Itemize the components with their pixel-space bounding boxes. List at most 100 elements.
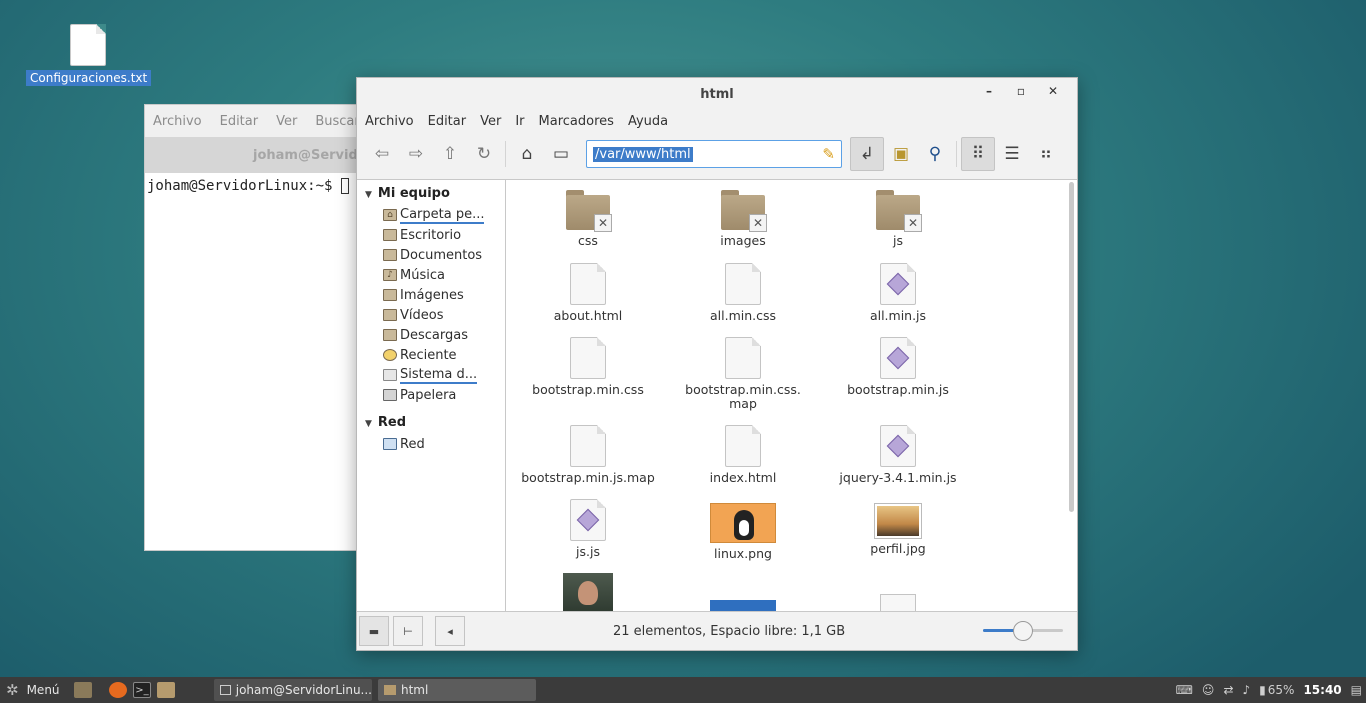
firefox-icon[interactable]: [109, 682, 127, 698]
sidebar-group-red[interactable]: ▼ Red: [357, 409, 505, 434]
minimize-button[interactable]: –: [973, 84, 1005, 98]
file-manager-launcher-icon[interactable]: [157, 682, 175, 698]
menu-archivo[interactable]: Archivo: [365, 114, 414, 129]
back-icon[interactable]: ⇦: [365, 137, 399, 171]
computer-icon[interactable]: ▭: [544, 137, 578, 171]
file-item-bootstrap-min-js-map[interactable]: bootstrap.min.js.map: [513, 425, 663, 485]
sidebar-item-videos[interactable]: Vídeos: [357, 305, 505, 325]
volume-icon[interactable]: ♪: [1243, 683, 1251, 697]
file-item-js[interactable]: ✕ js: [823, 190, 973, 248]
taskbar-item-html[interactable]: html: [378, 679, 536, 701]
recent-clock-icon: [383, 349, 397, 361]
desktop-file-configuraciones[interactable]: Configuraciones.txt: [26, 24, 152, 86]
reload-icon[interactable]: ↻: [467, 137, 501, 171]
sidebar-item-imagenes[interactable]: Imágenes: [357, 285, 505, 305]
text-file-icon: [70, 24, 106, 66]
search-icon[interactable]: ⚲: [918, 137, 952, 171]
user-icon[interactable]: ☺: [1202, 683, 1215, 697]
list-view-icon[interactable]: ☰: [995, 137, 1029, 171]
sidebar-item-reciente[interactable]: Reciente: [357, 345, 505, 365]
battery-icon[interactable]: ▮ 65%: [1259, 683, 1294, 697]
sidebar-item-escritorio[interactable]: Escritorio: [357, 225, 505, 245]
terminal-window[interactable]: Archivo Editar Ver Buscar joham@Servidor…: [144, 104, 359, 551]
file-name: js.js: [576, 544, 600, 559]
sidebar-item-label: Red: [400, 436, 425, 452]
file-item-images[interactable]: ✕ images: [668, 190, 818, 248]
sidebar-item-musica[interactable]: ♪ Música: [357, 265, 505, 285]
location-field[interactable]: /var/www/html ✎: [586, 140, 842, 168]
file-item-js-js[interactable]: js.js: [513, 499, 663, 559]
file-item-photo-partial[interactable]: [513, 573, 663, 611]
forward-icon[interactable]: ⇨: [399, 137, 433, 171]
desktop-icon-label: Configuraciones.txt: [26, 70, 152, 86]
file-grid[interactable]: ✕ css ✕ images ✕ js about.html all.min.c…: [506, 179, 1077, 612]
compact-view-icon[interactable]: ⠶: [1029, 137, 1063, 171]
sidebar-item-papelera[interactable]: Papelera: [357, 385, 505, 405]
terminal-menu-buscar[interactable]: Buscar: [315, 114, 358, 129]
file-name: bootstrap.min.css: [532, 382, 644, 397]
up-icon[interactable]: ⇧: [433, 137, 467, 171]
file-manager-window[interactable]: html – ▫ ✕ Archivo Editar Ver Ir Marcado…: [356, 77, 1078, 651]
file-item-linux-png[interactable]: linux.png: [668, 503, 818, 561]
file-item-text-partial[interactable]: [823, 594, 973, 611]
menu-ir[interactable]: Ir: [515, 114, 524, 129]
file-item-perfil-jpg[interactable]: perfil.jpg: [823, 501, 973, 556]
file-item-index-html[interactable]: index.html: [668, 425, 818, 485]
statusbar: ▬ ⊢ ◂ 21 elementos, Espacio libre: 1,1 G…: [357, 612, 1077, 650]
keyboard-icon[interactable]: ⌨: [1176, 683, 1193, 697]
menu-marcadores[interactable]: Marcadores: [539, 114, 614, 129]
menubar: Archivo Editar Ver Ir Marcadores Ayuda: [357, 111, 1077, 131]
network-tray-icon[interactable]: ⇄: [1223, 683, 1233, 697]
sidebar-item-label: Reciente: [400, 347, 457, 363]
taskbar-item-label: joham@ServidorLinu...: [235, 683, 372, 697]
terminal-prompt[interactable]: joham@ServidorLinux:~$: [145, 173, 358, 199]
file-item-bootstrap-min-css[interactable]: bootstrap.min.css: [513, 337, 663, 397]
file-item-image-partial[interactable]: [668, 600, 818, 611]
file-item-css[interactable]: ✕ css: [513, 190, 663, 248]
menu-ver[interactable]: Ver: [480, 114, 501, 129]
file-item-all-min-js[interactable]: all.min.js: [823, 263, 973, 323]
show-places-icon[interactable]: ▬: [359, 616, 389, 646]
taskbar-item-terminal[interactable]: joham@ServidorLinu...: [214, 679, 372, 701]
clear-brush-icon[interactable]: ✎: [822, 145, 835, 163]
file-item-bootstrap-min-css-map[interactable]: bootstrap.min.css. map: [668, 337, 818, 411]
sidebar-group-mi-equipo[interactable]: ▼ Mi equipo: [357, 180, 505, 205]
zoom-knob[interactable]: [1013, 621, 1033, 641]
start-menu-button[interactable]: ✲ Menú: [0, 681, 72, 699]
file-name: bootstrap.min.js: [847, 382, 949, 397]
hide-sidebar-icon[interactable]: ◂: [435, 616, 465, 646]
file-item-all-min-css[interactable]: all.min.css: [668, 263, 818, 323]
maximize-button[interactable]: ▫: [1005, 84, 1037, 98]
sidebar-item-descargas[interactable]: Descargas: [357, 325, 505, 345]
clock[interactable]: 15:40: [1303, 683, 1341, 697]
file-item-bootstrap-min-js[interactable]: bootstrap.min.js: [823, 337, 973, 397]
file-item-jquery-min-js[interactable]: jquery-3.4.1.min.js: [823, 425, 973, 485]
terminal-menu-ver[interactable]: Ver: [276, 114, 297, 129]
show-desktop-icon[interactable]: [74, 682, 92, 698]
terminal-menu-editar[interactable]: Editar: [220, 114, 259, 129]
filesystem-drive-icon: [383, 369, 397, 381]
close-button[interactable]: ✕: [1037, 84, 1069, 98]
new-folder-icon[interactable]: ▣: [884, 137, 918, 171]
file-item-about-html[interactable]: about.html: [513, 263, 663, 323]
file-name: bootstrap.min.css. map: [685, 382, 801, 411]
notification-icon[interactable]: ▤: [1351, 683, 1362, 697]
zoom-slider[interactable]: [983, 621, 1063, 641]
photo-thumbnail: [875, 504, 921, 538]
home-icon[interactable]: ⌂: [510, 137, 544, 171]
menu-editar[interactable]: Editar: [428, 114, 467, 129]
terminal-launcher-icon[interactable]: >_: [133, 682, 151, 698]
sidebar-item-label: Imágenes: [400, 287, 464, 303]
terminal-menu-archivo[interactable]: Archivo: [153, 114, 202, 129]
sidebar-item-documentos[interactable]: Documentos: [357, 245, 505, 265]
icon-view-icon[interactable]: ⠿: [961, 137, 995, 171]
javascript-file-icon: [880, 263, 916, 305]
show-tree-icon[interactable]: ⊢: [393, 616, 423, 646]
sidebar-item-carpeta-personal[interactable]: ⌂ Carpeta pe...: [357, 205, 505, 225]
vertical-scrollbar[interactable]: [1069, 182, 1074, 512]
sidebar-item-sistema-de-archivos[interactable]: Sistema d...: [357, 365, 505, 385]
taskbar-item-label: html: [401, 683, 429, 697]
toggle-location-icon[interactable]: ↲: [850, 137, 884, 171]
menu-ayuda[interactable]: Ayuda: [628, 114, 668, 129]
sidebar-item-red[interactable]: Red: [357, 434, 505, 454]
